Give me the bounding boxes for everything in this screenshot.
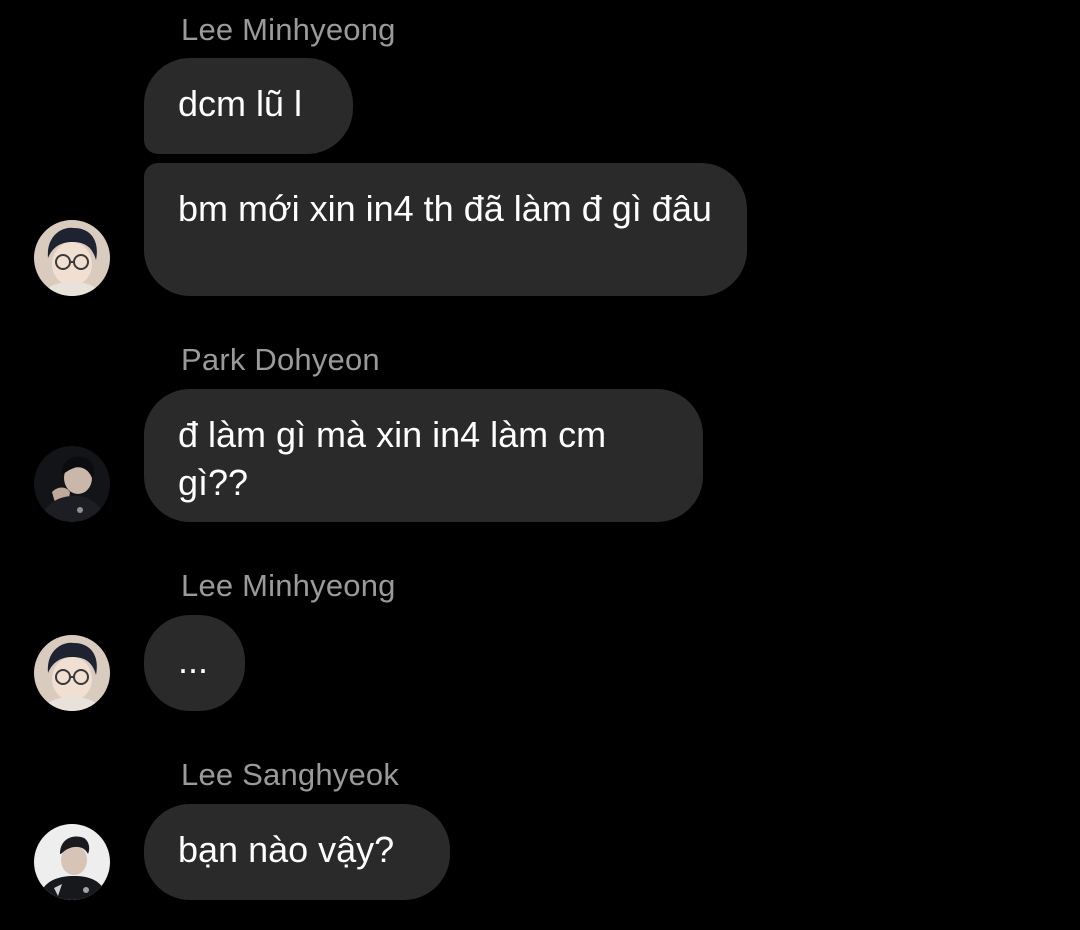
- person-glasses-light-avatar-icon: [34, 220, 110, 296]
- message-bubble[interactable]: bm mới xin in4 th đã làm đ gì đâu: [144, 163, 747, 296]
- avatar[interactable]: [34, 446, 110, 522]
- avatar[interactable]: [34, 220, 110, 296]
- person-glasses-light-avatar-icon: [34, 635, 110, 711]
- sender-name: Lee Sanghyeok: [181, 757, 400, 792]
- person-white-bg-avatar-icon: [34, 824, 110, 900]
- message-bubble[interactable]: đ làm gì mà xin in4 làm cm gì??: [144, 389, 703, 522]
- message-text: dcm lũ l: [178, 83, 303, 124]
- sender-name: Lee Minhyeong: [181, 568, 396, 603]
- message-bubble[interactable]: dcm lũ l: [144, 58, 353, 154]
- message-text: bạn nào vậy?: [178, 829, 395, 870]
- sender-name: Park Dohyeon: [181, 342, 380, 377]
- message-text: bm mới xin in4 th đã làm đ gì đâu: [178, 188, 712, 229]
- message-bubble[interactable]: ...: [144, 615, 245, 711]
- person-dark-avatar-icon: [34, 446, 110, 522]
- avatar[interactable]: [34, 824, 110, 900]
- message-text: ...: [178, 640, 209, 681]
- message-bubble[interactable]: bạn nào vậy?: [144, 804, 450, 900]
- message-text: đ làm gì mà xin in4 làm cm gì??: [178, 414, 607, 503]
- chat-thread: Lee Minhyeong dcm lũ l bm mới xin in4 th…: [0, 0, 1080, 930]
- sender-name: Lee Minhyeong: [181, 12, 396, 47]
- avatar[interactable]: [34, 635, 110, 711]
